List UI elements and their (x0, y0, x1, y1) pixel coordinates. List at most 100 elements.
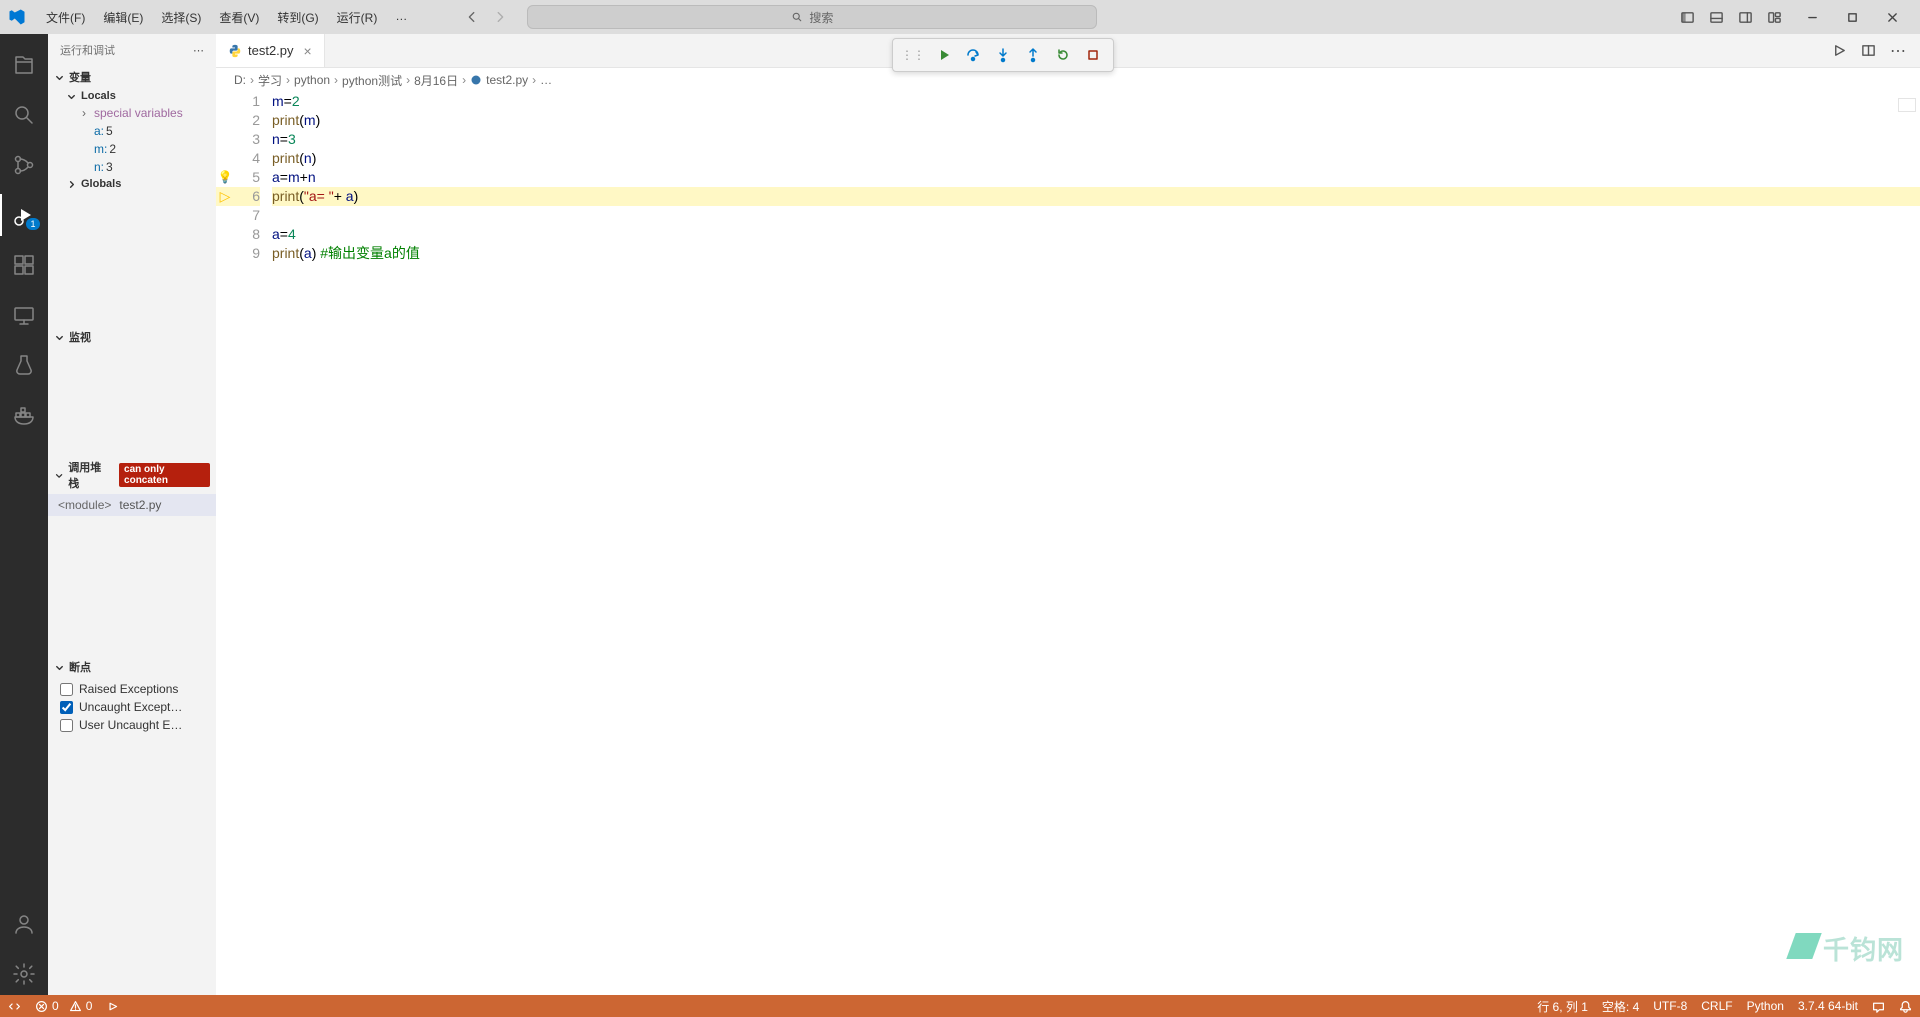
customize-layout-icon[interactable] (1767, 10, 1782, 25)
menu-more[interactable]: … (387, 5, 415, 30)
toggle-panel-icon[interactable] (1709, 10, 1724, 25)
restart-button[interactable] (1051, 43, 1075, 67)
breadcrumb-item[interactable]: 8月16日 (414, 72, 458, 89)
drag-handle-icon[interactable]: ⋮⋮ (901, 48, 925, 62)
breadcrumb-item[interactable]: python测试 (342, 72, 402, 89)
activity-remote[interactable] (0, 294, 48, 336)
chevron-down-icon (54, 72, 65, 83)
breakpoint-item[interactable]: Raised Exceptions (60, 680, 210, 698)
line-number[interactable]: 2 (234, 111, 260, 130)
activity-debug[interactable]: 1 (0, 194, 48, 236)
step-out-button[interactable] (1021, 43, 1045, 67)
callstack-header[interactable]: 调用堆栈 can only concaten (48, 456, 216, 494)
toggle-sidebar-left-icon[interactable] (1680, 10, 1695, 25)
breakpoint-item[interactable]: User Uncaught E… (60, 716, 210, 734)
window-minimize[interactable] (1792, 2, 1832, 32)
run-icon[interactable] (1832, 43, 1847, 58)
breadcrumb-item[interactable]: 学习 (258, 72, 282, 89)
watch-section: 监视 (48, 326, 216, 456)
breadcrumb-item[interactable]: … (540, 73, 552, 87)
activity-account[interactable] (0, 903, 48, 945)
code-line[interactable]: print(a) #输出变量a的值 (272, 244, 1920, 263)
variable-row[interactable]: m: 2 (76, 140, 216, 158)
toggle-sidebar-right-icon[interactable] (1738, 10, 1753, 25)
code-line[interactable]: print(n) (272, 149, 1920, 168)
activity-testing[interactable] (0, 344, 48, 386)
line-number[interactable]: 3 (234, 130, 260, 149)
line-number[interactable]: 8 (234, 225, 260, 244)
python-interpreter[interactable]: 3.7.4 64-bit (1798, 999, 1858, 1013)
line-number[interactable]: 6 (234, 187, 260, 206)
indentation[interactable]: 空格: 4 (1602, 998, 1639, 1015)
watch-header[interactable]: 监视 (48, 326, 216, 348)
code-line[interactable]: m=2 (272, 92, 1920, 111)
callstack-section: 调用堆栈 can only concaten <module> test2.py (48, 456, 216, 656)
breakpoint-checkbox[interactable] (60, 701, 73, 714)
debug-status[interactable] (106, 1000, 119, 1013)
window-maximize[interactable] (1832, 2, 1872, 32)
line-number[interactable]: 1 (234, 92, 260, 111)
line-number[interactable]: 5 (234, 168, 260, 187)
variables-header[interactable]: 变量 (48, 66, 216, 88)
close-icon[interactable]: × (304, 43, 312, 59)
stack-frame[interactable]: <module> test2.py (48, 494, 216, 516)
menu-view[interactable]: 查看(V) (211, 5, 267, 30)
remote-indicator[interactable] (8, 1000, 21, 1013)
menu-select[interactable]: 选择(S) (153, 5, 209, 30)
menu-edit[interactable]: 编辑(E) (95, 5, 151, 30)
globals-header[interactable]: Globals (48, 176, 216, 192)
tab-test2[interactable]: test2.py × (216, 34, 325, 67)
code-line[interactable]: print(m) (272, 111, 1920, 130)
activity-search[interactable] (0, 94, 48, 136)
search-box[interactable]: 搜索 (527, 5, 1097, 29)
line-number[interactable]: 9 (234, 244, 260, 263)
debug-toolbar[interactable]: ⋮⋮ (892, 38, 1114, 72)
step-over-button[interactable] (961, 43, 985, 67)
code-line[interactable] (272, 206, 1920, 225)
code-line[interactable]: n=3 (272, 130, 1920, 149)
menu-file[interactable]: 文件(F) (38, 5, 93, 30)
split-editor-icon[interactable] (1861, 43, 1876, 58)
activity-explorer[interactable] (0, 44, 48, 86)
step-into-button[interactable] (991, 43, 1015, 67)
line-number[interactable]: 7 (234, 206, 260, 225)
activity-extensions[interactable] (0, 244, 48, 286)
lightbulb-icon[interactable]: 💡 (218, 168, 233, 187)
notifications-icon[interactable] (1899, 1000, 1912, 1013)
editor-more-icon[interactable]: ⋯ (1890, 41, 1906, 61)
activity-scm[interactable] (0, 144, 48, 186)
locals-header[interactable]: Locals (48, 88, 216, 104)
code-line[interactable]: a=4 (272, 225, 1920, 244)
breadcrumb-item[interactable]: python (294, 73, 330, 87)
menu-goto[interactable]: 转到(G) (269, 5, 326, 30)
eol[interactable]: CRLF (1701, 999, 1732, 1013)
breakpoint-item[interactable]: Uncaught Except… (60, 698, 210, 716)
breadcrumb-item[interactable]: test2.py (470, 73, 528, 87)
special-variables[interactable]: ›special variables (76, 104, 216, 122)
encoding[interactable]: UTF-8 (1653, 999, 1687, 1013)
continue-button[interactable] (931, 43, 955, 67)
variable-row[interactable]: n: 3 (76, 158, 216, 176)
code-editor[interactable]: 💡▷ 123456789 m=2print(m)n=3print(n)a=m+n… (216, 92, 1920, 995)
stop-button[interactable] (1081, 43, 1105, 67)
language-mode[interactable]: Python (1747, 999, 1784, 1013)
nav-back-icon[interactable] (465, 10, 479, 24)
cursor-position[interactable]: 行 6, 列 1 (1537, 998, 1588, 1015)
nav-forward-icon[interactable] (493, 10, 507, 24)
variable-row[interactable]: a: 5 (76, 122, 216, 140)
breakpoint-checkbox[interactable] (60, 719, 73, 732)
code-line[interactable]: print("a= "+ a) (272, 187, 1920, 206)
problems-indicator[interactable]: 0 0 (35, 999, 92, 1013)
sidebar-more-icon[interactable]: ⋯ (193, 44, 204, 57)
line-number[interactable]: 4 (234, 149, 260, 168)
window-close[interactable] (1872, 2, 1912, 32)
breakpoint-checkbox[interactable] (60, 683, 73, 696)
vscode-icon (8, 8, 26, 26)
breakpoints-header[interactable]: 断点 (48, 656, 216, 678)
code-line[interactable]: a=m+n (272, 168, 1920, 187)
activity-docker[interactable] (0, 394, 48, 436)
menu-run[interactable]: 运行(R) (329, 5, 386, 30)
activity-settings[interactable] (0, 953, 48, 995)
breadcrumb-item[interactable]: D: (234, 73, 246, 87)
feedback-icon[interactable] (1872, 1000, 1885, 1013)
